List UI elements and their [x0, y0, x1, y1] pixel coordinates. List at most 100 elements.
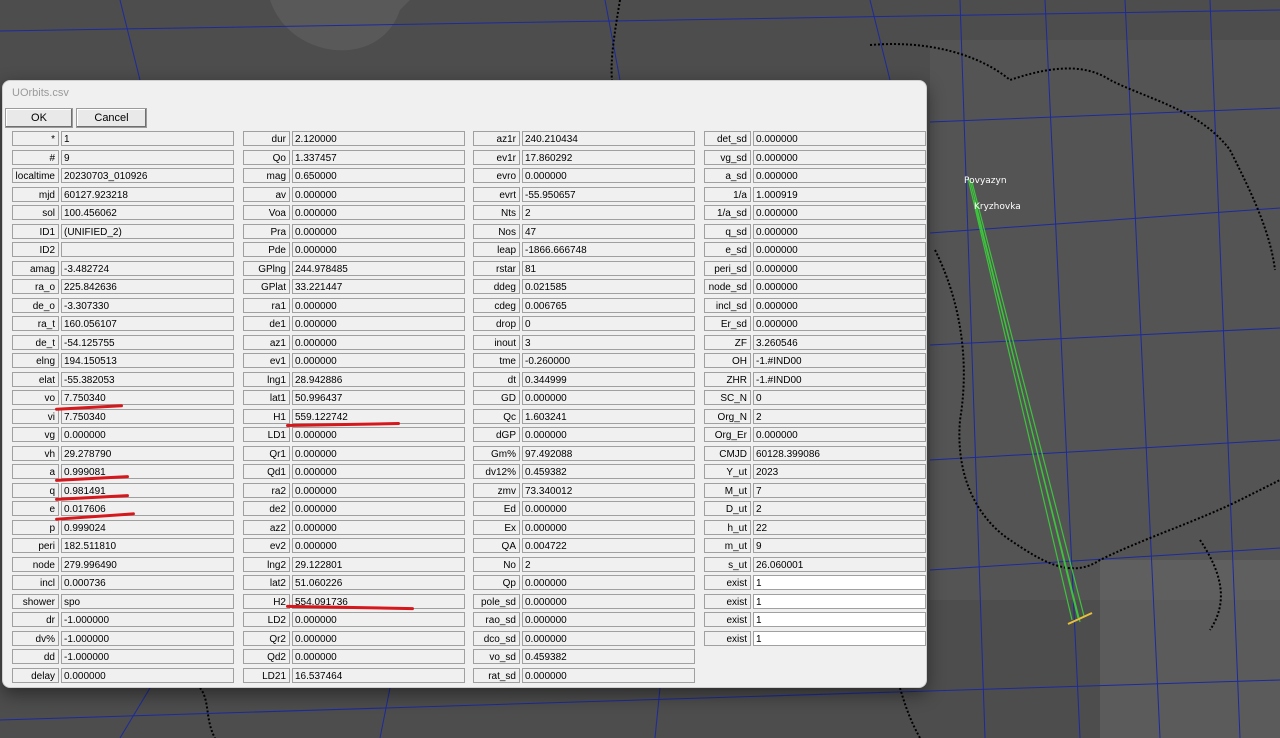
field-value[interactable]: 28.942886 [292, 371, 465, 387]
field-value[interactable]: -1866.666748 [522, 242, 695, 257]
field-value[interactable]: -1.000000 [61, 649, 234, 664]
field-value[interactable]: 0.000000 [292, 519, 465, 535]
field-value[interactable]: 2 [753, 408, 926, 424]
field-value[interactable]: 160.056107 [61, 316, 234, 331]
field-value[interactable]: 9 [61, 149, 234, 165]
field-value[interactable]: 7.750340 [61, 408, 234, 424]
field-value[interactable]: 0.459382 [522, 464, 695, 479]
field-value[interactable]: -3.482724 [61, 260, 234, 276]
field-value[interactable]: 0.000000 [292, 223, 465, 239]
field-value[interactable]: 1.337457 [292, 149, 465, 165]
field-value[interactable]: (UNIFIED_2) [61, 223, 234, 239]
field-value[interactable]: 16.537464 [292, 667, 465, 683]
field-value[interactable]: 0.000000 [292, 464, 465, 479]
field-value[interactable]: 0.650000 [292, 168, 465, 183]
field-value[interactable]: 0 [522, 316, 695, 331]
field-value[interactable]: 100.456062 [61, 205, 234, 220]
field-value[interactable]: 0.000000 [522, 575, 695, 590]
field-value[interactable]: 0.000736 [61, 575, 234, 590]
field-value[interactable]: 2 [522, 205, 695, 220]
field-value[interactable]: 279.996490 [61, 556, 234, 572]
field-value[interactable]: 1 [61, 131, 234, 146]
field-value[interactable]: -55.950657 [522, 186, 695, 202]
field-value[interactable]: 22 [753, 519, 926, 535]
field-value[interactable]: 0.000000 [292, 353, 465, 368]
field-value[interactable]: 0.000000 [753, 149, 926, 165]
field-value[interactable]: -1.#IND00 [753, 371, 926, 387]
field-value[interactable]: 0.344999 [522, 371, 695, 387]
field-value[interactable]: -3.307330 [61, 297, 234, 313]
field-value[interactable]: 0.000000 [292, 316, 465, 331]
field-value[interactable]: 0.000000 [292, 186, 465, 202]
field-value[interactable]: 9 [753, 538, 926, 553]
field-value[interactable]: 240.210434 [522, 131, 695, 146]
field-value[interactable]: 0.000000 [753, 223, 926, 239]
field-value[interactable]: 81 [522, 260, 695, 276]
field-value[interactable]: 194.150513 [61, 353, 234, 368]
field-value[interactable]: 0.000000 [292, 649, 465, 664]
field-value[interactable]: 1.000919 [753, 186, 926, 202]
field-value[interactable]: 0.000000 [522, 519, 695, 535]
field-value[interactable]: 0.000000 [753, 260, 926, 276]
field-value[interactable]: -1.#IND00 [753, 353, 926, 368]
field-value[interactable]: 51.060226 [292, 575, 465, 590]
field-value[interactable]: 0.021585 [522, 279, 695, 294]
field-value[interactable]: 0.000000 [292, 205, 465, 220]
field-value[interactable]: 26.060001 [753, 556, 926, 572]
field-value[interactable]: 1.603241 [522, 408, 695, 424]
field-value[interactable]: 0.000000 [753, 427, 926, 442]
field-value[interactable]: 244.978485 [292, 260, 465, 276]
field-value[interactable]: 0.000000 [61, 667, 234, 683]
field-value[interactable]: 0.006765 [522, 297, 695, 313]
field-value[interactable] [61, 242, 234, 257]
field-value[interactable]: 0.000000 [522, 427, 695, 442]
field-value[interactable]: 0.000000 [292, 482, 465, 498]
field-value[interactable]: 0.000000 [61, 427, 234, 442]
field-value[interactable]: 47 [522, 223, 695, 239]
field-value[interactable]: 60128.399086 [753, 445, 926, 461]
field-value[interactable]: 33.221447 [292, 279, 465, 294]
field-value[interactable]: 29.278790 [61, 445, 234, 461]
field-value[interactable]: 0.000000 [522, 593, 695, 609]
field-value[interactable]: 0.000000 [522, 612, 695, 627]
field-value[interactable]: 0.000000 [522, 390, 695, 405]
field-value[interactable]: 0.000000 [522, 667, 695, 683]
field-value[interactable]: 1 [753, 575, 926, 590]
field-value[interactable]: spo [61, 593, 234, 609]
field-value[interactable]: 0.000000 [753, 205, 926, 220]
field-value[interactable]: 0.000000 [292, 501, 465, 516]
field-value[interactable]: 0.999024 [61, 519, 234, 535]
field-value[interactable]: 0.000000 [753, 168, 926, 183]
field-value[interactable]: 2 [753, 501, 926, 516]
field-value[interactable]: 225.842636 [61, 279, 234, 294]
field-value[interactable]: 0.000000 [522, 501, 695, 516]
field-value[interactable]: 3 [522, 334, 695, 350]
field-value[interactable]: 0.000000 [753, 242, 926, 257]
ok-button[interactable]: OK [5, 108, 73, 128]
field-value[interactable]: 0.000000 [292, 630, 465, 646]
field-value[interactable]: 7 [753, 482, 926, 498]
field-value[interactable]: -55.382053 [61, 371, 234, 387]
field-value[interactable]: 60127.923218 [61, 186, 234, 202]
field-value[interactable]: 0.000000 [292, 242, 465, 257]
field-value[interactable]: 0.000000 [753, 131, 926, 146]
field-value[interactable]: 0.000000 [292, 612, 465, 627]
field-value[interactable]: 0.000000 [753, 316, 926, 331]
field-value[interactable]: -0.260000 [522, 353, 695, 368]
field-value[interactable]: 0.004722 [522, 538, 695, 553]
field-value[interactable]: 0 [753, 390, 926, 405]
field-value[interactable]: 2 [522, 556, 695, 572]
field-value[interactable]: 3.260546 [753, 334, 926, 350]
field-value[interactable]: 20230703_010926 [61, 168, 234, 183]
field-value[interactable]: 0.000000 [292, 334, 465, 350]
field-value[interactable]: 17.860292 [522, 149, 695, 165]
field-value[interactable]: 29.122801 [292, 556, 465, 572]
field-value[interactable]: 0.000000 [522, 630, 695, 646]
field-value[interactable]: 97.492088 [522, 445, 695, 461]
field-value[interactable]: -1.000000 [61, 630, 234, 646]
field-value[interactable]: 0.000000 [292, 538, 465, 553]
field-value[interactable]: 2023 [753, 464, 926, 479]
field-value[interactable]: 0.000000 [292, 445, 465, 461]
field-value[interactable]: 182.511810 [61, 538, 234, 553]
field-value[interactable]: 559.122742 [292, 408, 465, 424]
